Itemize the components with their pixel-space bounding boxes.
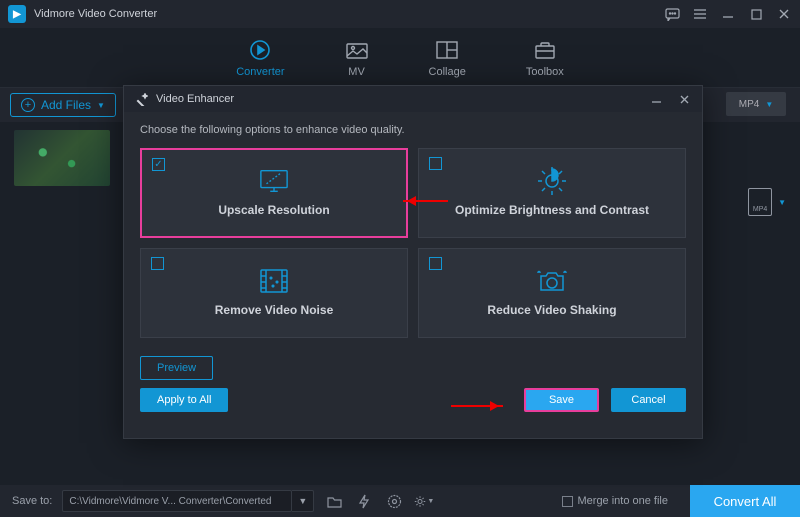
preview-button[interactable]: Preview — [140, 356, 213, 380]
checkbox-icon — [562, 496, 573, 507]
maximize-icon[interactable] — [748, 6, 764, 22]
option-upscale-resolution[interactable]: ✓ Upscale Resolution — [140, 148, 408, 238]
wand-icon — [134, 92, 148, 106]
tab-collage[interactable]: Collage — [429, 38, 466, 78]
annotation-arrow-icon — [403, 200, 448, 202]
video-enhancer-modal: Video Enhancer Choose the following opti… — [123, 85, 703, 439]
bottombar: Save to: C:\Vidmore\Vidmore V... Convert… — [0, 485, 800, 517]
feedback-icon[interactable] — [664, 6, 680, 22]
checkbox-icon — [151, 257, 164, 270]
option-label: Reduce Video Shaking — [487, 303, 616, 317]
nav-label: Toolbox — [526, 66, 564, 78]
hw-accel-icon[interactable] — [354, 491, 374, 511]
monitor-icon — [259, 169, 289, 193]
output-format-select[interactable]: MP4 ▼ — [726, 92, 786, 116]
add-files-label: Add Files — [41, 98, 91, 112]
save-path-field[interactable]: C:\Vidmore\Vidmore V... Converter\Conver… — [62, 490, 292, 512]
apply-to-all-button[interactable]: Apply to All — [140, 388, 228, 412]
close-icon[interactable] — [776, 6, 792, 22]
modal-title: Video Enhancer — [156, 93, 234, 105]
modal-caption: Choose the following options to enhance … — [140, 124, 686, 136]
option-optimize-brightness[interactable]: Optimize Brightness and Contrast — [418, 148, 686, 238]
modal-close-icon[interactable] — [676, 91, 692, 107]
checkbox-icon — [429, 257, 442, 270]
tab-toolbox[interactable]: Toolbox — [526, 38, 564, 78]
checkbox-icon — [429, 157, 442, 170]
camera-icon — [537, 269, 567, 293]
merge-checkbox[interactable]: Merge into one file — [562, 495, 669, 507]
nav-label: Collage — [429, 66, 466, 78]
modal-minimize-icon[interactable] — [648, 91, 664, 107]
top-nav: Converter MV Collage Toolbox — [0, 28, 800, 88]
film-icon — [259, 269, 289, 293]
option-label: Remove Video Noise — [215, 303, 334, 317]
nav-label: Converter — [236, 66, 284, 78]
video-thumbnail[interactable] — [14, 130, 110, 186]
convert-all-button[interactable]: Convert All — [690, 485, 800, 517]
collage-icon — [435, 38, 459, 62]
titlebar: ▶ Vidmore Video Converter — [0, 0, 800, 28]
merge-label: Merge into one file — [578, 495, 669, 507]
nav-label: MV — [348, 66, 365, 78]
brightness-icon — [537, 169, 567, 193]
option-label: Upscale Resolution — [218, 203, 329, 217]
menu-icon[interactable] — [692, 6, 708, 22]
add-files-button[interactable]: + Add Files ▼ — [10, 93, 116, 117]
open-folder-icon[interactable] — [324, 491, 344, 511]
converter-icon — [248, 38, 272, 62]
chevron-down-icon: ▼ — [765, 100, 773, 109]
save-to-label: Save to: — [12, 495, 52, 507]
file-icon: MP4 — [748, 188, 772, 216]
tab-converter[interactable]: Converter — [236, 38, 284, 78]
output-format-value: MP4 — [739, 99, 760, 110]
option-label: Optimize Brightness and Contrast — [455, 203, 649, 217]
mv-icon — [345, 38, 369, 62]
app-logo-icon: ▶ — [8, 5, 26, 23]
tab-mv[interactable]: MV — [345, 38, 369, 78]
plus-icon: + — [21, 98, 35, 112]
item-output-format[interactable]: MP4 ▼ — [748, 188, 786, 216]
gear-icon[interactable]: ▼ — [414, 491, 434, 511]
task-settings-icon[interactable] — [384, 491, 404, 511]
annotation-arrow-icon — [451, 405, 503, 407]
modal-titlebar: Video Enhancer — [124, 86, 702, 112]
chevron-down-icon: ▼ — [97, 101, 105, 110]
checkbox-checked-icon: ✓ — [152, 158, 165, 171]
cancel-button[interactable]: Cancel — [611, 388, 686, 412]
option-remove-noise[interactable]: Remove Video Noise — [140, 248, 408, 338]
app-title: Vidmore Video Converter — [34, 8, 157, 20]
save-path-dropdown[interactable]: ▼ — [292, 490, 314, 512]
minimize-icon[interactable] — [720, 6, 736, 22]
option-reduce-shaking[interactable]: Reduce Video Shaking — [418, 248, 686, 338]
chevron-down-icon: ▼ — [778, 198, 786, 207]
save-button[interactable]: Save — [524, 388, 599, 412]
toolbox-icon — [533, 38, 557, 62]
